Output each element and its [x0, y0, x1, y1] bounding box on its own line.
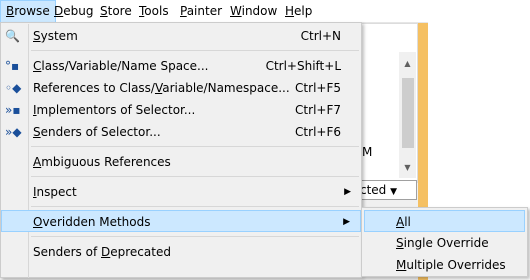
- menu-item-senders[interactable]: »◆ Senders of Selector... Ctrl+F6: [1, 121, 361, 143]
- senders-icon: »◆: [5, 125, 22, 139]
- implementors-icon: »▪: [5, 103, 21, 117]
- menu-item-implementors[interactable]: »▪ Implementors of Selector... Ctrl+F7: [1, 99, 361, 121]
- menu-item-system[interactable]: 🔍 System Ctrl+N: [1, 25, 361, 47]
- menu-bar: Browse Debug Store Tools Painter Window …: [0, 0, 428, 23]
- menu-separator: [31, 50, 359, 51]
- submenu-arrow-icon: ▶: [343, 217, 350, 227]
- scroll-up-arrow-icon[interactable]: ▲: [399, 56, 416, 72]
- references-icon: ◦◆: [5, 81, 22, 95]
- shortcut-label: Ctrl+F5: [295, 81, 341, 95]
- submenu-arrow-icon: ▶: [344, 187, 351, 197]
- system-browser-icon: 🔍: [5, 29, 20, 43]
- shortcut-label: Ctrl+F7: [295, 103, 341, 117]
- menu-item-senders-of-deprecated[interactable]: Senders of Deprecated: [1, 241, 361, 263]
- binoculars-icon: °▪: [5, 59, 20, 73]
- submenu-item-all[interactable]: All: [364, 210, 525, 232]
- scrollbar-thumb[interactable]: [402, 78, 414, 148]
- menu-separator: [31, 236, 359, 237]
- menu-debug[interactable]: Debug: [48, 0, 99, 23]
- menu-window[interactable]: Window: [224, 0, 283, 23]
- background-combo-box[interactable]: cted ▼: [357, 180, 417, 200]
- background-text-fragment: M: [362, 145, 373, 159]
- menu-painter[interactable]: Painter: [174, 0, 228, 23]
- menu-help[interactable]: Help: [279, 0, 318, 23]
- scroll-down-arrow-icon[interactable]: ▼: [399, 160, 416, 176]
- shortcut-label: Ctrl+N: [300, 29, 341, 43]
- menu-tools[interactable]: Tools: [133, 0, 175, 23]
- menu-store[interactable]: Store: [94, 0, 138, 23]
- submenu-item-single-override[interactable]: Single Override: [364, 232, 525, 254]
- menu-separator: [31, 146, 359, 147]
- menu-separator: [31, 176, 359, 177]
- background-combo-text: cted: [360, 183, 387, 197]
- menu-item-references[interactable]: ◦◆ References to Class/Variable/Namespac…: [1, 77, 361, 99]
- overridden-methods-submenu: All Single Override Multiple Overrides: [361, 207, 528, 277]
- menu-item-class-variable-namespace[interactable]: °▪ Class/Variable/Name Space... Ctrl+Shi…: [1, 55, 361, 77]
- menu-separator: [31, 206, 359, 207]
- menu-item-ambiguous-references[interactable]: Ambiguous References: [1, 151, 361, 173]
- submenu-item-multiple-overrides[interactable]: Multiple Overrides: [364, 254, 525, 276]
- menu-item-overridden-methods[interactable]: Overidden Methods ▶: [1, 210, 361, 232]
- menu-browse-label: rowse: [14, 4, 50, 18]
- shortcut-label: Ctrl+Shift+L: [265, 59, 341, 73]
- shortcut-label: Ctrl+F6: [295, 125, 341, 139]
- menu-item-inspect[interactable]: Inspect ▶: [1, 181, 361, 203]
- browse-menu: 🔍 System Ctrl+N °▪ Class/Variable/Name S…: [0, 22, 362, 278]
- chevron-down-icon: ▼: [390, 187, 398, 197]
